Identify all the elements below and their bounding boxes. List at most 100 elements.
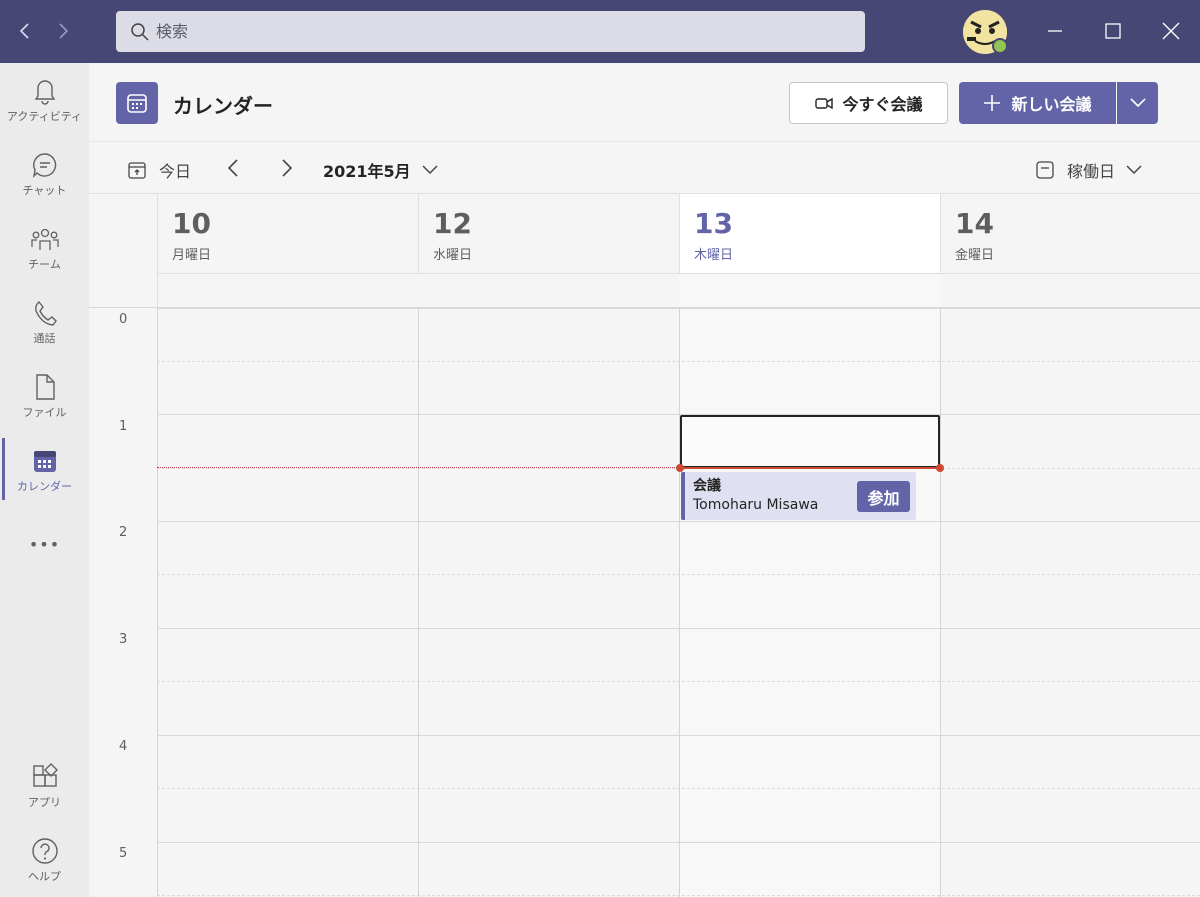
today-column-background	[679, 308, 940, 897]
meet-now-label: 今すぐ会議	[842, 95, 923, 114]
rail-more-button[interactable]: •••	[0, 521, 89, 561]
title-bar	[0, 0, 1200, 63]
teams-icon	[30, 228, 59, 250]
hour-label: 0	[119, 312, 128, 327]
day-number: 14	[955, 207, 994, 240]
app-rail: アクティビティ チャット チーム 通話 ファイル カレンダー ••• アプリ ヘ…	[0, 63, 89, 897]
day-weekday: 金曜日	[955, 248, 995, 263]
calendar-toolbar: 今日 2021年5月 稼働日	[89, 141, 1200, 194]
calendar-today-icon	[128, 162, 146, 179]
rail-item-chat[interactable]: チャット	[0, 137, 89, 207]
rail-label: アクティビティ	[6, 110, 83, 123]
page-title: カレンダー	[173, 94, 273, 118]
day-number: 12	[433, 207, 472, 240]
new-meeting-label: 新しい会議	[1011, 95, 1092, 114]
minimize-button[interactable]	[1040, 16, 1070, 46]
search-input[interactable]	[156, 22, 756, 41]
month-picker[interactable]: 2021年5月	[323, 158, 439, 182]
today-label: 今日	[159, 162, 192, 181]
view-switcher[interactable]: 稼働日	[1035, 158, 1143, 182]
rail-item-calendar[interactable]: カレンダー	[0, 433, 89, 503]
column-divider	[679, 308, 680, 897]
calendar-app-icon	[116, 82, 158, 124]
maximize-button[interactable]	[1098, 16, 1128, 46]
rail-label: 通話	[33, 332, 56, 345]
hour-label: 1	[119, 419, 128, 434]
rail-item-activity[interactable]: アクティビティ	[0, 63, 89, 133]
help-icon	[31, 838, 58, 864]
maximize-icon	[1105, 23, 1121, 39]
chevron-down-icon	[1129, 98, 1146, 108]
day-number: 10	[172, 207, 211, 240]
rail-label: ヘルプ	[28, 870, 61, 883]
chevron-right-icon	[59, 23, 69, 39]
month-label: 2021年5月	[323, 162, 411, 181]
day-weekday: 水曜日	[433, 248, 473, 263]
day-header-10[interactable]: 10 月曜日	[157, 194, 418, 274]
hour-label: 4	[119, 739, 128, 754]
current-time-line-dotted	[157, 467, 679, 468]
column-divider	[157, 308, 158, 897]
day-number: 13	[694, 207, 733, 240]
column-divider	[418, 308, 419, 897]
today-button[interactable]: 今日	[127, 158, 191, 182]
more-icon: •••	[28, 535, 61, 554]
presence-available-icon	[992, 38, 1008, 54]
column-divider	[940, 308, 941, 897]
file-icon	[35, 374, 55, 400]
search-icon	[131, 22, 149, 41]
previous-week-button[interactable]	[221, 156, 245, 180]
hour-label: 2	[119, 525, 128, 540]
day-header-14[interactable]: 14 金曜日	[940, 194, 1200, 274]
hour-label: 3	[119, 632, 128, 647]
all-day-divider	[157, 274, 158, 308]
phone-icon	[34, 301, 57, 326]
rail-item-apps[interactable]: アプリ	[0, 749, 89, 819]
rail-label: チャット	[22, 184, 67, 197]
chat-icon	[32, 153, 56, 179]
view-label: 稼働日	[1067, 162, 1116, 181]
apps-icon	[32, 763, 58, 787]
forward-button[interactable]	[48, 16, 78, 46]
next-week-button[interactable]	[275, 156, 299, 180]
rail-item-files[interactable]: ファイル	[0, 359, 89, 429]
close-button[interactable]	[1156, 16, 1186, 46]
close-icon	[1162, 22, 1180, 40]
bell-icon	[34, 80, 55, 105]
meeting-event[interactable]: 会議 Tomoharu Misawa 参加	[681, 472, 916, 520]
rail-label: カレンダー	[17, 480, 72, 493]
all-day-row	[89, 274, 1200, 308]
chevron-right-icon	[282, 159, 293, 177]
search-box[interactable]	[116, 11, 865, 52]
chevron-left-icon	[19, 23, 29, 39]
current-time-dot	[936, 464, 944, 472]
view-icon	[1036, 161, 1054, 179]
rail-item-teams[interactable]: チーム	[0, 211, 89, 281]
chevron-down-icon	[422, 165, 438, 175]
rail-label: チーム	[28, 258, 61, 271]
current-time-line	[679, 467, 940, 469]
back-button[interactable]	[10, 16, 40, 46]
selected-time-slot[interactable]	[680, 415, 940, 468]
chevron-left-icon	[227, 159, 238, 177]
meet-now-button[interactable]: 今すぐ会議	[789, 82, 948, 124]
video-camera-icon	[815, 97, 834, 110]
new-meeting-button[interactable]: 新しい会議	[959, 82, 1116, 124]
hour-label: 5	[119, 846, 128, 861]
day-header-12[interactable]: 12 水曜日	[418, 194, 679, 274]
calendar-icon	[33, 451, 56, 472]
calendar-header: カレンダー 今すぐ会議 新しい会議	[89, 63, 1200, 141]
rail-item-calls[interactable]: 通話	[0, 285, 89, 355]
day-weekday: 木曜日	[694, 248, 734, 263]
current-time-dot	[676, 464, 684, 472]
day-header-13-today[interactable]: 13 木曜日	[679, 194, 940, 274]
minimize-icon	[1048, 30, 1062, 32]
plus-icon	[984, 95, 1001, 111]
new-meeting-dropdown-button[interactable]	[1117, 82, 1158, 124]
chevron-down-icon	[1126, 165, 1142, 175]
rail-item-help[interactable]: ヘルプ	[0, 823, 89, 893]
join-button[interactable]: 参加	[857, 481, 910, 512]
all-day-cell-today[interactable]	[679, 274, 940, 308]
rail-label: アプリ	[28, 796, 61, 809]
calendar-grid: 10 月曜日 12 水曜日 13 木曜日 14 金曜日 0 1 2 3 4 5 …	[89, 194, 1200, 897]
